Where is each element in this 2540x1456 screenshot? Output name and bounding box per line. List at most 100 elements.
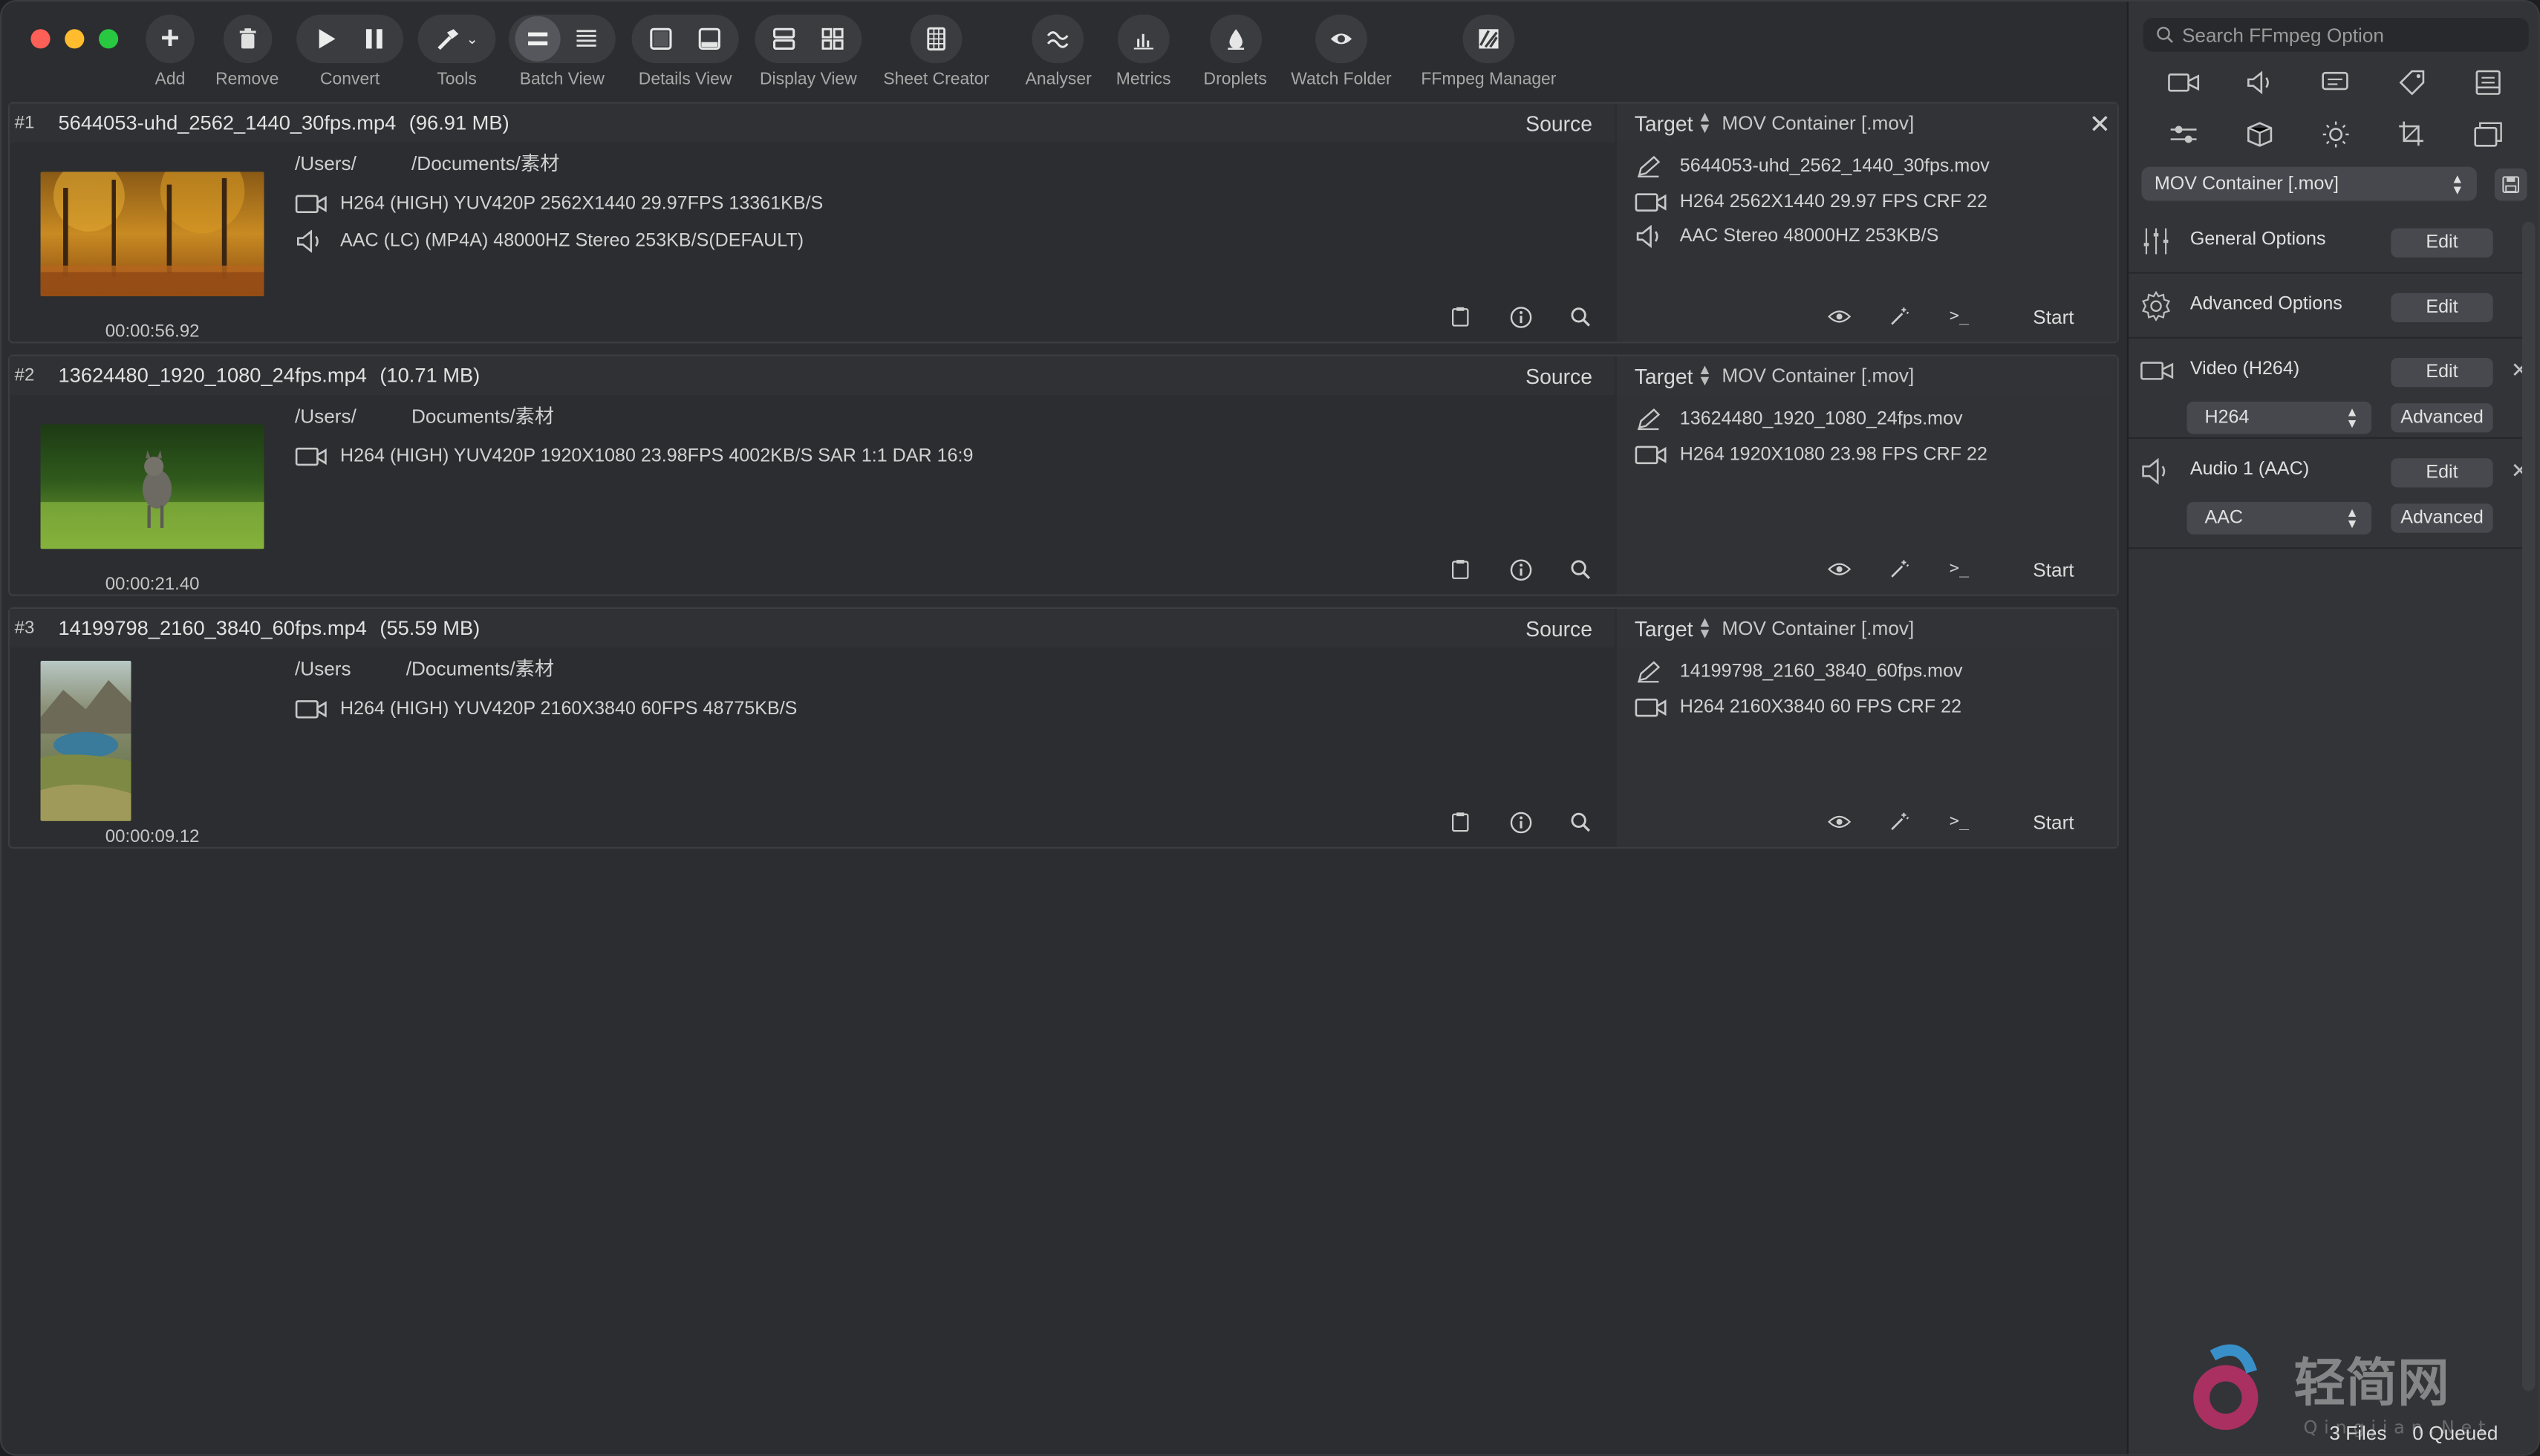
files-count: 3 Files bbox=[2329, 1422, 2387, 1445]
target-container-select[interactable]: ▲ ▼ MOV Container [.mov] bbox=[1698, 615, 1914, 641]
audio-edit-button[interactable]: Edit bbox=[2391, 458, 2493, 488]
search-icon[interactable] bbox=[1568, 810, 1592, 835]
filters-icon[interactable] bbox=[2145, 118, 2221, 151]
audio-advanced-button[interactable]: Advanced bbox=[2391, 503, 2493, 533]
audio-stream-label: Audio 1 (AAC) bbox=[2189, 460, 2310, 480]
info-icon[interactable] bbox=[1508, 810, 1533, 835]
video-camera-add-icon[interactable] bbox=[2145, 66, 2221, 99]
container-format-select[interactable]: MOV Container [.mov] ▲ ▼ bbox=[2141, 166, 2477, 201]
watch-folder-button[interactable] bbox=[1318, 16, 1364, 62]
batch-view-label: Batch View bbox=[519, 69, 605, 89]
start-job-button[interactable]: Start bbox=[2033, 305, 2074, 328]
source-actions bbox=[1448, 557, 1592, 581]
target-container-select[interactable]: ▲ ▼ MOV Container [.mov] bbox=[1698, 362, 1914, 388]
brightness-icon[interactable] bbox=[2298, 118, 2374, 151]
audio-codec-select[interactable]: AAC ▲ ▼ bbox=[2186, 502, 2372, 535]
status-bar: 3 Files 0 Queued bbox=[2329, 1422, 2498, 1445]
tools-menu-button[interactable]: ⌄ bbox=[424, 16, 489, 62]
clipboard-icon[interactable] bbox=[1448, 304, 1473, 329]
speaker-add-icon[interactable] bbox=[2221, 66, 2298, 99]
droplets-button[interactable] bbox=[1213, 16, 1258, 62]
details-view-group: Details View bbox=[631, 14, 739, 89]
terminal-icon[interactable]: >_ bbox=[1947, 557, 1972, 581]
search-input[interactable]: Search FFmpeg Option bbox=[2143, 17, 2529, 52]
analyser-button[interactable] bbox=[1036, 16, 1081, 62]
start-job-button[interactable]: Start bbox=[2033, 558, 2074, 581]
chapters-icon[interactable] bbox=[2451, 66, 2527, 99]
magic-wand-icon[interactable] bbox=[1887, 810, 1912, 835]
details-view-left-button[interactable] bbox=[638, 16, 683, 62]
info-icon[interactable] bbox=[1508, 557, 1533, 581]
save-preset-button[interactable] bbox=[2494, 168, 2527, 201]
start-job-button[interactable]: Start bbox=[2033, 811, 2074, 834]
batch-view-compact-button[interactable] bbox=[515, 16, 561, 62]
job-filename: 5644053-uhd_2562_1440_30fps.mp4 (96.91 MB… bbox=[58, 111, 509, 135]
start-convert-button[interactable] bbox=[303, 16, 348, 62]
subtitle-add-icon[interactable] bbox=[2298, 66, 2374, 99]
video-thumbnail[interactable] bbox=[40, 660, 131, 821]
display-view-group: Display View bbox=[755, 14, 862, 89]
source-heading: Source bbox=[1525, 616, 1593, 642]
remove-group: Remove bbox=[215, 14, 279, 89]
terminal-icon[interactable]: >_ bbox=[1947, 304, 1972, 329]
preview-eye-icon[interactable] bbox=[1827, 810, 1852, 835]
overlay-icon[interactable] bbox=[2451, 118, 2527, 151]
tag-icon[interactable] bbox=[2374, 66, 2451, 99]
video-camera-icon bbox=[2140, 355, 2174, 388]
general-options-edit-button[interactable]: Edit bbox=[2391, 228, 2493, 258]
video-codec-select[interactable]: H264 ▲ ▼ bbox=[2186, 401, 2372, 434]
audio-stream-row: Audio 1 (AAC) Edit ✕ AAC ▲ ▼ Advanced bbox=[2128, 439, 2528, 549]
duration: 00:00:56.92 bbox=[105, 322, 200, 342]
close-window-button[interactable] bbox=[30, 29, 51, 49]
display-view-rows-button[interactable] bbox=[761, 16, 807, 62]
clipboard-icon[interactable] bbox=[1448, 810, 1473, 835]
target-filename[interactable]: 5644053-uhd_2562_1440_30fps.mov bbox=[1635, 155, 1990, 178]
job-filename: 13624480_1920_1080_24fps.mp4 (10.71 MB) bbox=[58, 364, 481, 388]
remove-button[interactable] bbox=[224, 16, 270, 62]
target-video-stream: H264 2160X3840 60 FPS CRF 22 bbox=[1635, 696, 1961, 719]
target-container-select[interactable]: ▲ ▼ MOV Container [.mov] bbox=[1698, 109, 1914, 135]
terminal-icon[interactable]: >_ bbox=[1947, 810, 1972, 835]
droplets-group: Droplets bbox=[1204, 14, 1267, 89]
add-button[interactable]: + bbox=[147, 16, 192, 62]
source-actions bbox=[1448, 304, 1592, 329]
video-thumbnail[interactable] bbox=[40, 424, 264, 549]
ffmpeg-manager-button[interactable] bbox=[1466, 16, 1511, 62]
batch-view-list-button[interactable] bbox=[564, 16, 609, 62]
preview-eye-icon[interactable] bbox=[1827, 304, 1852, 329]
video-thumbnail[interactable] bbox=[40, 172, 264, 297]
display-view-grid-button[interactable] bbox=[810, 16, 856, 62]
crop-icon[interactable] bbox=[2374, 118, 2451, 151]
search-icon[interactable] bbox=[1568, 304, 1592, 329]
magic-wand-icon[interactable] bbox=[1887, 557, 1912, 581]
info-icon[interactable] bbox=[1508, 304, 1533, 329]
magic-wand-icon[interactable] bbox=[1887, 304, 1912, 329]
pause-convert-button[interactable] bbox=[351, 16, 397, 62]
video-camera-icon bbox=[1635, 191, 1667, 214]
job-row[interactable]: #1 5644053-uhd_2562_1440_30fps.mp4 (96.91… bbox=[7, 102, 2119, 344]
details-view-bottom-button[interactable] bbox=[687, 16, 732, 62]
source-actions bbox=[1448, 810, 1592, 835]
sheet-creator-button[interactable] bbox=[914, 16, 959, 62]
video-edit-button[interactable]: Edit bbox=[2391, 358, 2493, 388]
target-filename[interactable]: 14199798_2160_3840_60fps.mov bbox=[1635, 661, 1963, 684]
zoom-window-button[interactable] bbox=[99, 29, 119, 49]
preview-eye-icon[interactable] bbox=[1827, 557, 1852, 581]
job-row[interactable]: #2 13624480_1920_1080_24fps.mp4 (10.71 MB… bbox=[7, 354, 2119, 596]
minimize-window-button[interactable] bbox=[65, 29, 85, 49]
job-target-pane: Target ▲ ▼ MOV Container [.mov] ✕ 5644053… bbox=[1616, 103, 2117, 342]
droplet-icon bbox=[1227, 29, 1244, 50]
package-icon[interactable] bbox=[2221, 118, 2298, 151]
source-path: /Users/Documents/素材 bbox=[294, 405, 555, 428]
target-filename[interactable]: 13624480_1920_1080_24fps.mov bbox=[1635, 408, 1963, 431]
panel-scrollbar[interactable] bbox=[2521, 221, 2536, 1391]
clipboard-icon[interactable] bbox=[1448, 557, 1473, 581]
video-advanced-button[interactable]: Advanced bbox=[2391, 403, 2493, 433]
chevron-down-icon: ⌄ bbox=[466, 30, 479, 47]
remove-job-button[interactable]: ✕ bbox=[2089, 108, 2111, 141]
metrics-button[interactable] bbox=[1121, 16, 1166, 62]
option-category-grid bbox=[2145, 66, 2527, 150]
job-row[interactable]: #3 14199798_2160_3840_60fps.mp4 (55.59 MB… bbox=[7, 607, 2119, 849]
search-icon[interactable] bbox=[1568, 557, 1592, 581]
advanced-options-edit-button[interactable]: Edit bbox=[2391, 293, 2493, 323]
